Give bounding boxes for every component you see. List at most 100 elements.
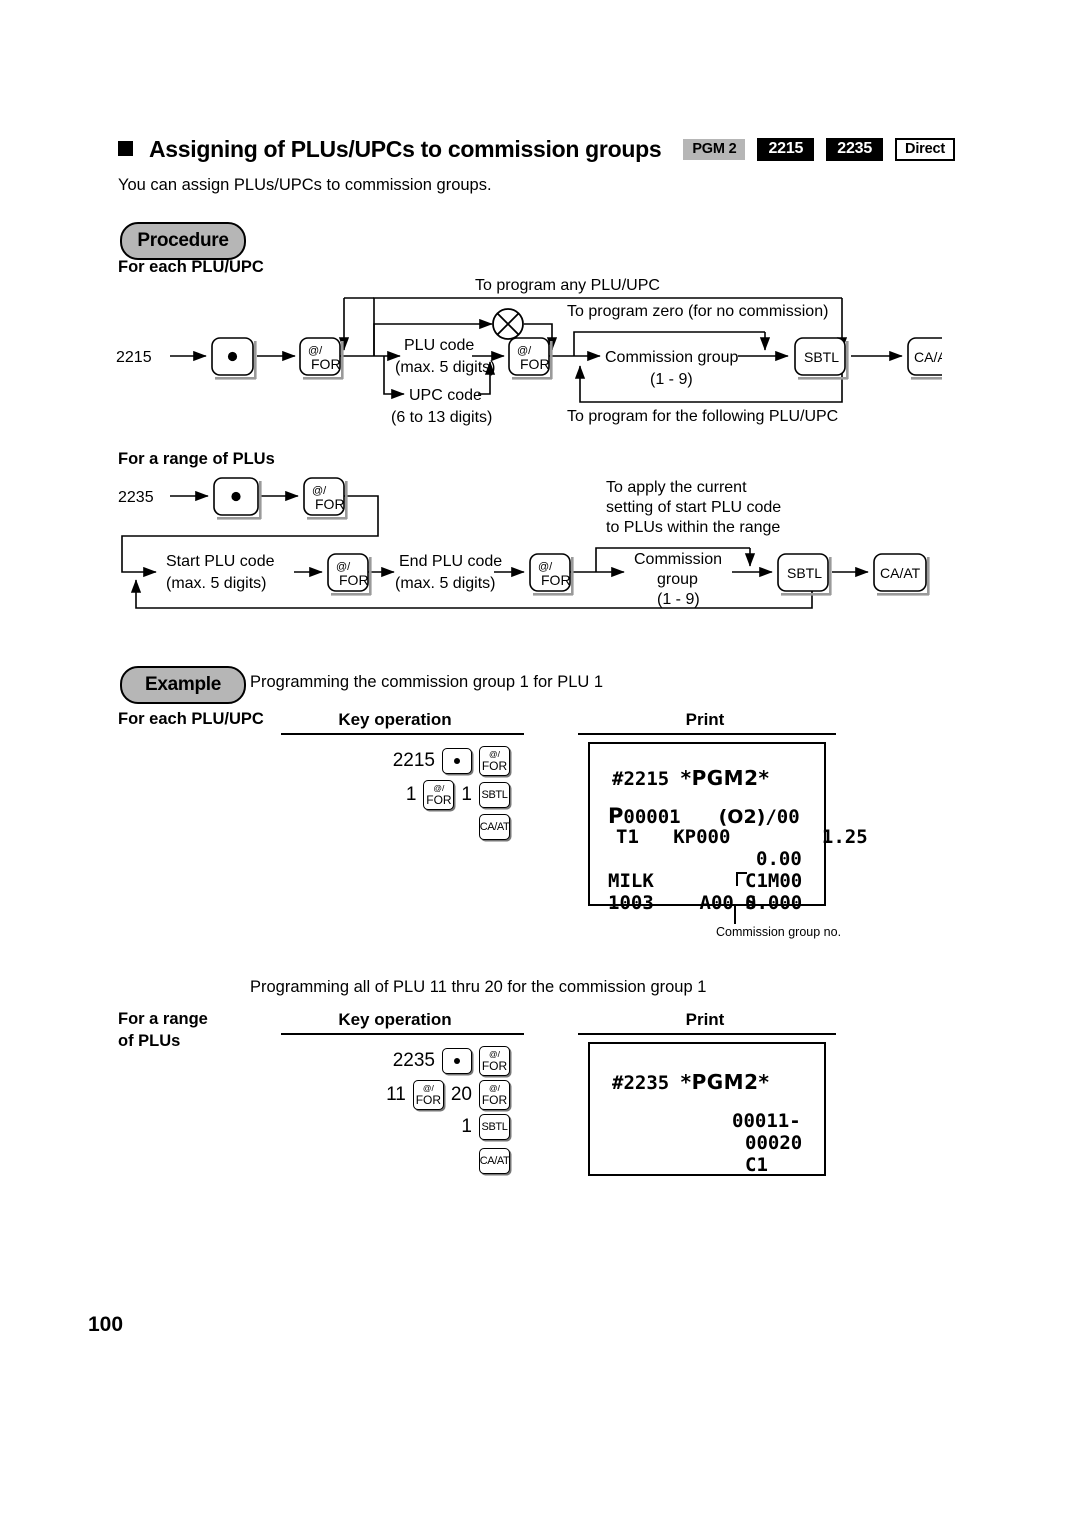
node-plu-code-sub: (max. 5 digits) — [395, 359, 495, 376]
receipt-code: #2235 — [612, 1072, 681, 1094]
key-chip-at-for[interactable]: @/FOR — [479, 746, 510, 776]
example-description-1: Programming the commission group 1 for P… — [250, 673, 604, 691]
print-receipt-2: #2235 *PGM2* 00011- 00020 C1 — [588, 1042, 826, 1176]
node-commission-group-sub: (1 - 9) — [650, 371, 693, 388]
svg-text:FOR: FOR — [311, 356, 341, 372]
key-chip-at-for[interactable]: @/FOR — [479, 1080, 510, 1110]
key-chip-at-for[interactable]: @/FOR — [412, 1080, 444, 1110]
key-sequence-row-4: CA/AT — [385, 1148, 510, 1174]
receipt-line-4: C1 — [745, 1154, 768, 1176]
key-number: 1 — [461, 784, 472, 805]
node-start-plu-code-sub: (max. 5 digits) — [166, 575, 266, 592]
receipt-line-4: 0.00 — [756, 848, 802, 870]
intro-text: You can assign PLUs/UPCs to commission g… — [118, 176, 492, 194]
key-sequence-row-1: 2215 @/FOR — [385, 746, 510, 776]
key-sequence-row-3: 1 SBTL — [385, 1114, 510, 1140]
node-upc-code: UPC code — [409, 387, 482, 404]
leader-tick-cap — [736, 872, 747, 874]
example-row-label-range-2: of PLUs — [118, 1032, 181, 1050]
key-at-for-2: @/ FOR — [508, 337, 553, 380]
key-ca-at: CA/AT — [907, 337, 942, 380]
flowchart-for-each-plu: @/ FOR @/ FOR SBTL CA/AT 2215 PLU code (… — [116, 277, 942, 426]
receipt-plu-code: 00001 — [623, 806, 681, 828]
receipt-line-3: T1 KP000 1.25 — [616, 826, 868, 848]
svg-text:SBTL: SBTL — [787, 565, 822, 581]
example-description-2: Programming all of PLU 11 thru 20 for th… — [250, 978, 707, 996]
key-line-2: FOR — [481, 758, 508, 773]
key-chip-dot[interactable] — [442, 1048, 472, 1074]
key-line-1: @/ — [422, 1083, 434, 1094]
rule-key-operation-1 — [281, 733, 524, 735]
annotation-zero: To program zero (for no commission) — [567, 303, 828, 320]
key-chip-at-for[interactable]: @/FOR — [479, 1046, 510, 1076]
column-header-print-2: Print — [685, 1010, 725, 1029]
annotation-any-plu: To program any PLU/UPC — [475, 277, 660, 294]
badge-pgm2: PGM 2 — [683, 138, 746, 161]
label-for-each-plu-upc: For each PLU/UPC — [118, 258, 264, 276]
caption-leader-line — [734, 906, 736, 924]
receipt-line-6-value: 0.000 — [745, 892, 803, 914]
key-sequence-row-2: 1 @/FOR 1 SBTL — [385, 780, 510, 810]
receipt-p-prefix: P — [608, 804, 624, 828]
annotation-apply-1: To apply the current — [606, 479, 747, 496]
rule-print-1 — [578, 733, 836, 735]
procedure-pill: Procedure — [120, 222, 246, 260]
key-label: SBTL — [481, 788, 508, 801]
example-row-label-range-1: For a range — [118, 1010, 208, 1028]
example-row-label-for-each: For each PLU/UPC — [118, 710, 264, 728]
key-at-for-mid-1: @/ FOR — [327, 553, 372, 596]
node-upc-code-sub: (6 to 13 digits) — [391, 409, 492, 426]
key-line-1: @/ — [489, 1083, 500, 1094]
key-chip-dot[interactable] — [442, 748, 472, 774]
key-chip-sbtl[interactable]: SBTL — [479, 782, 510, 808]
leader-tick — [736, 872, 738, 886]
key-chip-ca-at[interactable]: CA/AT — [479, 1148, 510, 1174]
key-label: CA/AT — [479, 1154, 510, 1167]
key-sequence-row-1: 2235 @/FOR — [385, 1046, 510, 1076]
annotation-apply-3: to PLUs within the range — [606, 519, 780, 536]
receipt-line-1: #2235 *PGM2* — [612, 1070, 769, 1094]
key-at-for-mid-2: @/ FOR — [529, 553, 574, 596]
key-at-for-1: @/ FOR — [299, 337, 344, 380]
page-number: 100 — [88, 1313, 124, 1336]
manual-page: Assigning of PLUs/UPCs to commission gro… — [0, 0, 1080, 1528]
svg-text:FOR: FOR — [520, 356, 550, 372]
key-number: 2235 — [392, 1050, 435, 1071]
key-chip-sbtl[interactable]: SBTL — [479, 1114, 510, 1140]
dot-icon — [454, 758, 460, 764]
flow-start-code: 2215 — [116, 349, 152, 366]
dot-icon — [454, 1058, 460, 1064]
key-at-for-top: @/ FOR — [303, 477, 348, 520]
receipt-code: #2215 — [612, 768, 681, 790]
flowchart-for-range-of-plus: @/ FOR @/ FOR @/ FOR SBTL CA/AT 2235 Sta… — [118, 477, 930, 609]
key-sbtl: SBTL — [794, 337, 849, 380]
key-dot — [211, 337, 257, 380]
node-commission-2: group — [657, 571, 698, 588]
key-line-2: FOR — [426, 792, 452, 807]
svg-text:FOR: FOR — [339, 572, 369, 588]
key-chip-at-for[interactable]: @/FOR — [423, 780, 455, 810]
flow-start-code: 2235 — [118, 489, 154, 506]
receipt-slash00: /00 — [765, 806, 800, 828]
key-chip-ca-at[interactable]: CA/AT — [479, 814, 510, 840]
column-header-key-operation-1: Key operation — [338, 710, 452, 729]
key-label: SBTL — [481, 1120, 508, 1133]
svg-text:FOR: FOR — [315, 496, 345, 512]
svg-text:SBTL: SBTL — [804, 349, 839, 365]
annotation-following: To program for the following PLU/UPC — [567, 408, 838, 425]
label-for-a-range-of-plus: For a range of PLUs — [118, 450, 275, 468]
node-commission: Commission — [634, 551, 722, 568]
node-plu-code: PLU code — [404, 337, 474, 354]
key-number: 1 — [461, 1116, 472, 1137]
key-number: 2215 — [392, 750, 435, 771]
key-number: 1 — [405, 784, 417, 805]
node-commission-sub: (1 - 9) — [657, 591, 700, 608]
column-header-key-operation-2: Key operation — [338, 1010, 452, 1029]
rule-key-operation-2 — [281, 1033, 524, 1035]
node-end-plu-code: End PLU code — [399, 553, 502, 570]
rule-print-2 — [578, 1033, 836, 1035]
key-number: 11 — [386, 1084, 406, 1105]
node-commission-group: Commission group — [605, 349, 738, 366]
key-label: CA/AT — [479, 820, 510, 833]
key-line-2: FOR — [415, 1092, 442, 1107]
